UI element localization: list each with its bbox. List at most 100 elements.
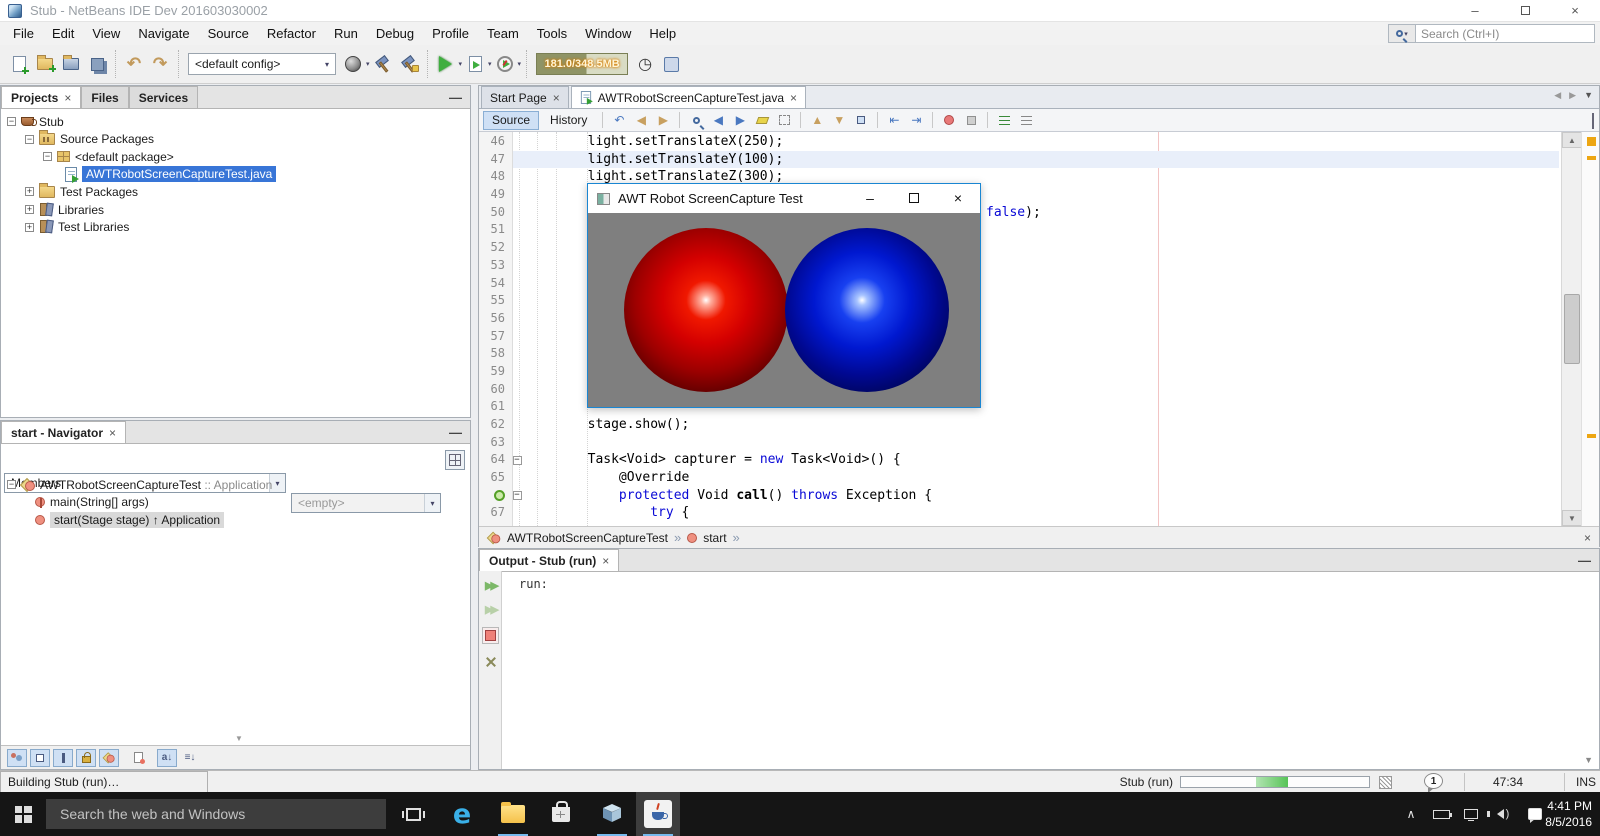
- forward-button[interactable]: ▶: [653, 111, 673, 129]
- garbage-collect-button[interactable]: ◷: [632, 50, 658, 78]
- awt-maximize-button[interactable]: [892, 184, 936, 213]
- window-close-button[interactable]: ×: [1550, 0, 1600, 22]
- java-app-button[interactable]: [636, 792, 680, 836]
- tab-output[interactable]: Output - Stub (run) ×: [479, 549, 619, 571]
- code-line[interactable]: 47 light.setTranslateY(100);: [479, 151, 1599, 169]
- menu-view[interactable]: View: [83, 22, 129, 45]
- sort-source-button[interactable]: ≡↓: [180, 749, 200, 767]
- vm-telemetry-button[interactable]: [658, 50, 684, 78]
- awt-robot-window[interactable]: AWT Robot ScreenCapture Test – ×: [587, 183, 981, 408]
- fold-collapse-icon[interactable]: −: [513, 456, 522, 465]
- find-previous-button[interactable]: ◀: [708, 111, 728, 129]
- next-bookmark-button[interactable]: ▼: [829, 111, 849, 129]
- undo-button[interactable]: ↶: [121, 50, 147, 78]
- comment-button[interactable]: [994, 111, 1014, 129]
- rerun-with-options-button[interactable]: ▶▶: [482, 601, 499, 618]
- taskbar-clock[interactable]: 4:41 PM 8/5/2016: [1536, 792, 1596, 836]
- start-macro-button[interactable]: [939, 111, 959, 129]
- back-button[interactable]: ◀: [631, 111, 651, 129]
- warning-mark[interactable]: [1587, 434, 1596, 438]
- code-line[interactable]: − protected Void call() throws Exception…: [479, 487, 1599, 505]
- taskbar-search-input[interactable]: [46, 799, 386, 829]
- show-inherited-button[interactable]: [7, 749, 27, 767]
- menu-refactor[interactable]: Refactor: [258, 22, 325, 45]
- profile-project-button[interactable]: [492, 50, 518, 78]
- menu-file[interactable]: File: [4, 22, 43, 45]
- search-icon-button[interactable]: ▾: [1388, 24, 1415, 43]
- shift-right-button[interactable]: ⇥: [906, 111, 926, 129]
- menu-tools[interactable]: Tools: [528, 22, 576, 45]
- menu-source[interactable]: Source: [199, 22, 258, 45]
- task-view-button[interactable]: [391, 792, 435, 836]
- empty-filter-select[interactable]: <empty> ▾: [291, 493, 441, 513]
- minimize-panel-icon[interactable]: —: [449, 425, 462, 440]
- breadcrumb-method[interactable]: start: [703, 531, 726, 545]
- scroll-up-icon[interactable]: ▲: [1562, 132, 1582, 148]
- tree-row-test-packages[interactable]: + Test Packages: [25, 183, 138, 200]
- code-line[interactable]: 62 stage.show();: [479, 416, 1599, 434]
- code-line[interactable]: 63: [479, 434, 1599, 452]
- tree-expand-icon[interactable]: +: [25, 223, 34, 232]
- collapse-handle-icon[interactable]: ▼: [235, 734, 243, 743]
- close-icon[interactable]: ×: [790, 91, 797, 105]
- error-stripe[interactable]: [1581, 132, 1599, 526]
- tree-collapse-icon[interactable]: −: [43, 152, 52, 161]
- close-icon[interactable]: ×: [64, 91, 71, 105]
- breadcrumb-chevron-icon[interactable]: »: [733, 530, 740, 545]
- notifications-button[interactable]: 1: [1424, 773, 1443, 789]
- tab-start-page[interactable]: Start Page ×: [481, 86, 569, 108]
- fold-collapse-icon[interactable]: −: [513, 491, 522, 500]
- scroll-down-icon[interactable]: ▼: [1562, 510, 1582, 526]
- tree-row-source-packages[interactable]: − Source Packages: [25, 131, 154, 148]
- start-button[interactable]: [0, 792, 46, 836]
- shift-left-button[interactable]: ⇤: [884, 111, 904, 129]
- close-icon[interactable]: ×: [602, 554, 609, 568]
- rectangular-selection-button[interactable]: [774, 111, 794, 129]
- netbeans-taskbar-button[interactable]: [590, 792, 634, 836]
- menu-debug[interactable]: Debug: [367, 22, 423, 45]
- show-inner-classes-button[interactable]: [99, 749, 119, 767]
- tree-collapse-icon[interactable]: −: [7, 117, 16, 126]
- volume-tray-button[interactable]: ): [1488, 792, 1518, 836]
- close-icon[interactable]: ×: [109, 426, 116, 440]
- history-view-button[interactable]: History: [541, 111, 596, 130]
- tab-java-file[interactable]: AWTRobotScreenCaptureTest.java ×: [571, 86, 806, 108]
- profile-dropdown-icon[interactable]: ▾: [518, 60, 522, 68]
- set-main-project-button[interactable]: [340, 50, 366, 78]
- awt-close-button[interactable]: ×: [936, 184, 980, 213]
- show-non-public-button[interactable]: [76, 749, 96, 767]
- save-all-button[interactable]: [84, 50, 110, 78]
- run-project-button[interactable]: [433, 50, 459, 78]
- ant-settings-button[interactable]: [482, 653, 499, 670]
- minimize-panel-icon[interactable]: —: [1578, 553, 1591, 568]
- override-marker-icon[interactable]: [494, 490, 505, 501]
- tree-expand-icon[interactable]: +: [25, 205, 34, 214]
- source-view-button[interactable]: Source: [483, 111, 539, 130]
- tab-files[interactable]: Files: [81, 86, 128, 108]
- breadcrumb-class[interactable]: AWTRobotScreenCaptureTest: [507, 531, 668, 545]
- show-hidden-icons-button[interactable]: ∧: [1398, 792, 1424, 836]
- toggle-highlight-button[interactable]: [752, 111, 772, 129]
- last-edit-button[interactable]: ↶: [609, 111, 629, 129]
- find-next-button[interactable]: ▶: [730, 111, 750, 129]
- clean-build-button[interactable]: [396, 50, 422, 78]
- warning-mark[interactable]: [1587, 137, 1596, 146]
- editor-vertical-scrollbar[interactable]: ▲ ▼: [1561, 132, 1581, 526]
- new-project-button[interactable]: [32, 50, 58, 78]
- navigator-row-main[interactable]: main(String[] args): [35, 494, 149, 511]
- output-scroll-down-icon[interactable]: ▼: [1584, 755, 1593, 765]
- minimize-panel-icon[interactable]: —: [449, 90, 462, 105]
- code-line[interactable]: 67 try {: [479, 504, 1599, 522]
- show-fields-button[interactable]: [30, 749, 50, 767]
- find-selection-button[interactable]: [686, 111, 706, 129]
- tab-services[interactable]: Services: [129, 86, 198, 108]
- awt-minimize-button[interactable]: –: [848, 184, 892, 213]
- menu-navigate[interactable]: Navigate: [129, 22, 198, 45]
- memory-usage-button[interactable]: 181.0/348.5MB: [536, 53, 628, 75]
- window-maximize-button[interactable]: [1500, 0, 1550, 22]
- toggle-bookmark-button[interactable]: [851, 111, 871, 129]
- menu-window[interactable]: Window: [576, 22, 640, 45]
- battery-tray-button[interactable]: [1428, 792, 1454, 836]
- tab-list-dropdown-icon[interactable]: ▼: [1584, 90, 1593, 101]
- code-line[interactable]: 64− Task<Void> capturer = new Task<Void>…: [479, 451, 1599, 469]
